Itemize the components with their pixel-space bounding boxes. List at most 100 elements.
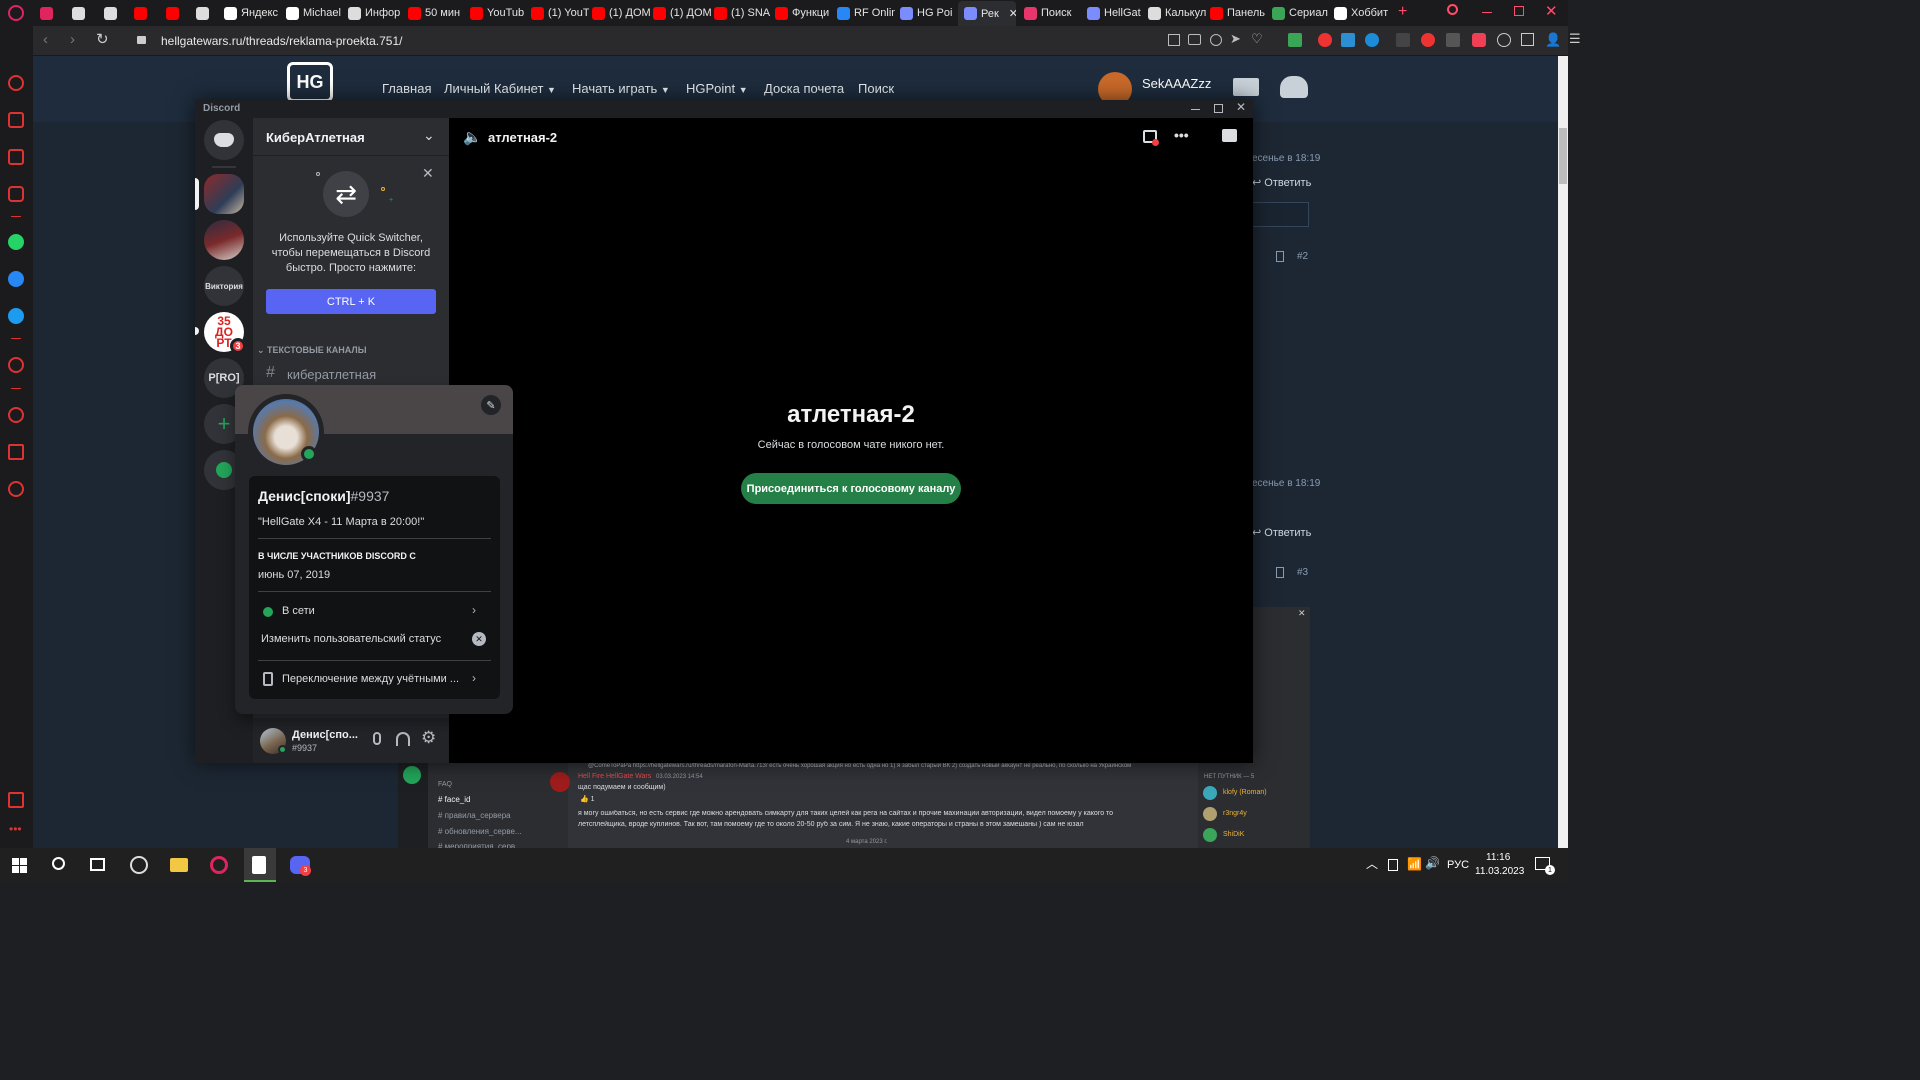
tray-icon[interactable] <box>1388 859 1398 871</box>
browser-tab[interactable] <box>104 3 122 23</box>
share-icon[interactable] <box>1168 34 1180 46</box>
reply-button[interactable]: ↩ Ответить <box>1252 176 1311 189</box>
browser-tab[interactable] <box>40 3 58 23</box>
profile-icon[interactable]: 👤 <box>1545 32 1561 48</box>
server-icon[interactable] <box>204 174 244 214</box>
explore-icon[interactable] <box>403 766 421 784</box>
forward-icon[interactable]: › <box>70 31 75 48</box>
site-logo[interactable]: HG <box>287 62 333 102</box>
back-icon[interactable]: ‹ <box>43 31 48 48</box>
channel-item[interactable]: # face_id <box>438 795 470 804</box>
server-icon[interactable] <box>204 220 244 260</box>
gear-icon[interactable]: ⚙ <box>421 728 436 748</box>
settings-icon[interactable] <box>8 481 24 497</box>
vk-icon[interactable] <box>8 271 24 287</box>
browser-tab[interactable]: RF Onlin <box>837 3 895 23</box>
extension-icon[interactable] <box>1288 33 1302 47</box>
browser-tab[interactable]: Инфор <box>348 3 406 23</box>
server-header[interactable]: КиберАтлетная ⌄ <box>253 118 449 156</box>
vpn-icon[interactable] <box>1497 33 1511 47</box>
post-number[interactable]: #2 <box>1297 251 1308 262</box>
extension-icon[interactable] <box>1421 33 1435 47</box>
shopping-icon[interactable] <box>8 112 24 128</box>
browser-tab[interactable] <box>166 3 184 23</box>
player-icon[interactable] <box>8 357 24 373</box>
member-name[interactable]: ShiDiK <box>1223 831 1244 838</box>
volume-icon[interactable]: 🔊 <box>1425 856 1440 870</box>
input-language[interactable]: РУС <box>1447 859 1469 871</box>
microphone-icon[interactable] <box>373 732 381 745</box>
member-avatar[interactable] <box>1203 828 1217 842</box>
extension-icon[interactable] <box>1365 33 1379 47</box>
browser-tab[interactable]: Калькул <box>1148 3 1206 23</box>
browser-tab[interactable]: Сериал <box>1272 3 1330 23</box>
twitch-icon[interactable] <box>8 149 24 165</box>
maximize-icon[interactable] <box>1214 104 1223 113</box>
close-icon[interactable]: ✕ <box>1236 100 1246 114</box>
server-icon[interactable]: Виктория <box>204 266 244 306</box>
chat-bubble-icon[interactable] <box>1222 129 1237 142</box>
channel-item[interactable]: # кибератлетная <box>258 364 444 384</box>
opera-logo-icon[interactable] <box>8 5 24 21</box>
status-selector[interactable]: В сети › <box>253 600 496 624</box>
server-icon[interactable]: 35 ДО РТ 3 <box>204 312 246 354</box>
url-field[interactable]: hellgatewars.ru/threads/reklama-proekta.… <box>161 34 402 48</box>
minimize-window-icon[interactable] <box>1482 12 1492 13</box>
user-panel-name[interactable]: Денис[спо... <box>292 729 358 741</box>
channel-item[interactable]: # правила_сервера <box>438 811 511 820</box>
more-icon[interactable]: ••• <box>9 822 22 836</box>
adblock-icon[interactable] <box>1210 34 1222 46</box>
restore-window-icon[interactable] <box>1514 6 1524 16</box>
tray-chevron-up-icon[interactable]: ︿ <box>1366 855 1378 872</box>
home-button[interactable] <box>204 120 244 160</box>
reply-input[interactable] <box>1252 202 1309 227</box>
join-voice-button[interactable]: Присоединиться к голосовому каналу <box>741 473 961 504</box>
speed-dial-icon[interactable] <box>8 75 24 91</box>
nav-home[interactable]: Главная <box>382 81 431 96</box>
clock-date[interactable]: 11.03.2023 <box>1475 866 1524 877</box>
task-view-icon[interactable] <box>90 858 105 871</box>
extension-icon[interactable] <box>1396 33 1410 47</box>
network-icon[interactable]: 📶 <box>1407 857 1422 871</box>
browser-tab[interactable]: (1) ДОМ <box>653 3 711 23</box>
channel-item[interactable]: # обновления_серве... <box>438 827 522 836</box>
channel-item[interactable]: FAQ <box>438 781 452 788</box>
browser-tab[interactable]: Рек ✕ <box>958 1 1016 26</box>
search-tabs-icon[interactable] <box>1447 4 1458 15</box>
nav-account[interactable]: Личный Кабинет ▼ <box>444 81 556 96</box>
camera-icon[interactable] <box>1188 34 1201 45</box>
tab-close-icon[interactable]: ✕ <box>1009 7 1016 20</box>
message-author[interactable]: Hell Fire HellGate Wars <box>578 773 651 780</box>
minimize-icon[interactable] <box>1191 109 1200 110</box>
reply-button[interactable]: ↩ Ответить <box>1252 526 1311 539</box>
category-header[interactable]: ⌄ ТЕКСТОВЫЕ КАНАЛЫ <box>257 345 367 356</box>
ctrl-k-button[interactable]: CTRL + K <box>266 289 436 314</box>
clock-time[interactable]: 11:16 <box>1486 852 1510 863</box>
reaction[interactable]: 👍 1 <box>580 795 595 803</box>
bell-icon[interactable] <box>1280 76 1308 98</box>
nav-hall-of-fame[interactable]: Доска почета <box>764 81 844 96</box>
menu-icon[interactable]: ☰ <box>1569 31 1581 47</box>
clear-status-icon[interactable]: ✕ <box>472 632 486 646</box>
search-icon[interactable] <box>52 857 65 870</box>
nav-start-playing[interactable]: Начать играть ▼ <box>572 81 670 96</box>
switch-accounts[interactable]: Переключение между учётными ... › <box>253 668 496 692</box>
twitter-icon[interactable] <box>8 308 24 324</box>
edit-profile-icon[interactable]: ✎ <box>481 395 501 415</box>
extension-icon[interactable] <box>1318 33 1332 47</box>
windows-start-icon[interactable] <box>12 858 27 873</box>
pocket-icon[interactable] <box>1472 33 1486 47</box>
message-avatar[interactable] <box>550 772 570 792</box>
send-icon[interactable]: ➤ <box>1230 31 1241 47</box>
bookmark-icon[interactable] <box>1276 251 1284 262</box>
headphones-icon[interactable] <box>396 732 410 746</box>
more-options-icon[interactable]: ••• <box>1174 127 1189 143</box>
browser-tab[interactable]: Хоббит <box>1334 3 1392 23</box>
post-number[interactable]: #3 <box>1297 567 1308 578</box>
site-username[interactable]: SekAAAZzz <box>1142 76 1211 91</box>
browser-tab[interactable]: Поиск <box>1024 3 1082 23</box>
steam-icon[interactable] <box>130 856 148 874</box>
extension-icon[interactable] <box>1446 33 1460 47</box>
browser-tab[interactable]: (1) YouT <box>531 3 589 23</box>
bookmark-icon[interactable] <box>1276 567 1284 578</box>
